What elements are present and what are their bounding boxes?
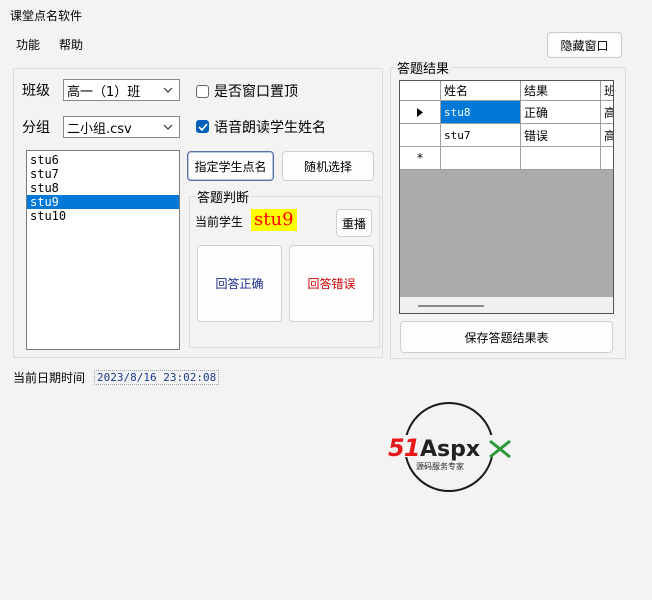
svg-text:Aspx: Aspx bbox=[420, 437, 480, 462]
datetime-value: 2023/8/16 23:02:08 bbox=[94, 370, 220, 385]
checkmark-icon bbox=[197, 122, 208, 131]
current-student-label: 当前学生 bbox=[195, 215, 244, 229]
current-row-arrow-icon bbox=[417, 107, 423, 117]
list-item[interactable]: stu10 bbox=[27, 209, 179, 223]
chevron-down-icon bbox=[161, 120, 175, 134]
group-select-value: 二小组.csv bbox=[67, 121, 132, 137]
voice-label: 语音朗读学生姓名 bbox=[214, 120, 326, 136]
save-results-button[interactable]: 保存答题结果表 bbox=[400, 321, 613, 353]
list-item[interactable]: stu6 bbox=[27, 153, 179, 167]
topmost-checkbox[interactable] bbox=[196, 85, 209, 98]
grid-corner bbox=[400, 81, 441, 101]
title-bar: 课堂点名软件 bbox=[0, 0, 652, 30]
grid-horizontal-scrollbar[interactable] bbox=[400, 297, 613, 313]
judge-group-title: 答题判断 bbox=[195, 187, 252, 206]
table-cell[interactable] bbox=[601, 147, 613, 170]
assign-student-button[interactable]: 指定学生点名 bbox=[187, 151, 274, 181]
table-cell[interactable]: 高 bbox=[601, 101, 613, 124]
list-item[interactable]: stu7 bbox=[27, 167, 179, 181]
row-header-current[interactable] bbox=[400, 101, 441, 124]
scrollbar-thumb[interactable] bbox=[418, 305, 484, 307]
list-item-selected[interactable]: stu9 bbox=[27, 195, 179, 209]
table-cell[interactable] bbox=[521, 147, 601, 170]
window-title: 课堂点名软件 bbox=[10, 9, 83, 23]
table-cell[interactable]: stu7 bbox=[441, 124, 521, 147]
answer-wrong-button[interactable]: 回答错误 bbox=[289, 245, 374, 322]
replay-button[interactable]: 重播 bbox=[336, 209, 372, 237]
results-title: 答题结果 bbox=[395, 58, 452, 77]
row-header-new[interactable]: * bbox=[400, 147, 441, 170]
chevron-down-icon bbox=[161, 83, 175, 97]
grid-header-result[interactable]: 结果 bbox=[521, 81, 601, 101]
class-select[interactable]: 高一（1）班 bbox=[63, 79, 180, 101]
table-cell[interactable]: stu8 bbox=[441, 101, 521, 124]
hide-window-button[interactable]: 隐藏窗口 bbox=[547, 32, 622, 58]
svg-text:51: 51 bbox=[388, 434, 419, 462]
grid-header-class[interactable]: 班 bbox=[601, 81, 613, 101]
list-item[interactable]: stu8 bbox=[27, 181, 179, 195]
row-header[interactable] bbox=[400, 124, 441, 147]
class-select-value: 高一（1）班 bbox=[67, 84, 141, 100]
group-label: 分组 bbox=[22, 120, 50, 136]
class-label: 班级 bbox=[22, 83, 50, 99]
table-cell[interactable]: 错误 bbox=[521, 124, 601, 147]
results-grid[interactable]: 姓名 结果 班 stu8 正确 高 stu7 错误 高 * bbox=[399, 80, 614, 314]
svg-text:源码服务专家: 源码服务专家 bbox=[416, 461, 464, 471]
logo: 51 Aspx 源码服务专家 bbox=[386, 401, 512, 493]
menu-function[interactable]: 功能 bbox=[16, 36, 40, 53]
topmost-label: 是否窗口置顶 bbox=[214, 84, 298, 100]
datetime-label: 当前日期时间 bbox=[13, 371, 86, 385]
voice-checkbox[interactable] bbox=[196, 120, 209, 133]
table-cell[interactable] bbox=[441, 147, 521, 170]
grid-header-name[interactable]: 姓名 bbox=[441, 81, 521, 101]
answer-correct-button[interactable]: 回答正确 bbox=[197, 245, 282, 322]
student-list[interactable]: stu6 stu7 stu8 stu9 stu10 bbox=[26, 150, 180, 350]
current-student-name: stu9 bbox=[251, 209, 297, 231]
table-cell[interactable]: 正确 bbox=[521, 101, 601, 124]
menu-help[interactable]: 帮助 bbox=[59, 36, 83, 53]
random-select-button[interactable]: 随机选择 bbox=[282, 151, 374, 181]
group-select[interactable]: 二小组.csv bbox=[63, 116, 180, 138]
table-cell[interactable]: 高 bbox=[601, 124, 613, 147]
